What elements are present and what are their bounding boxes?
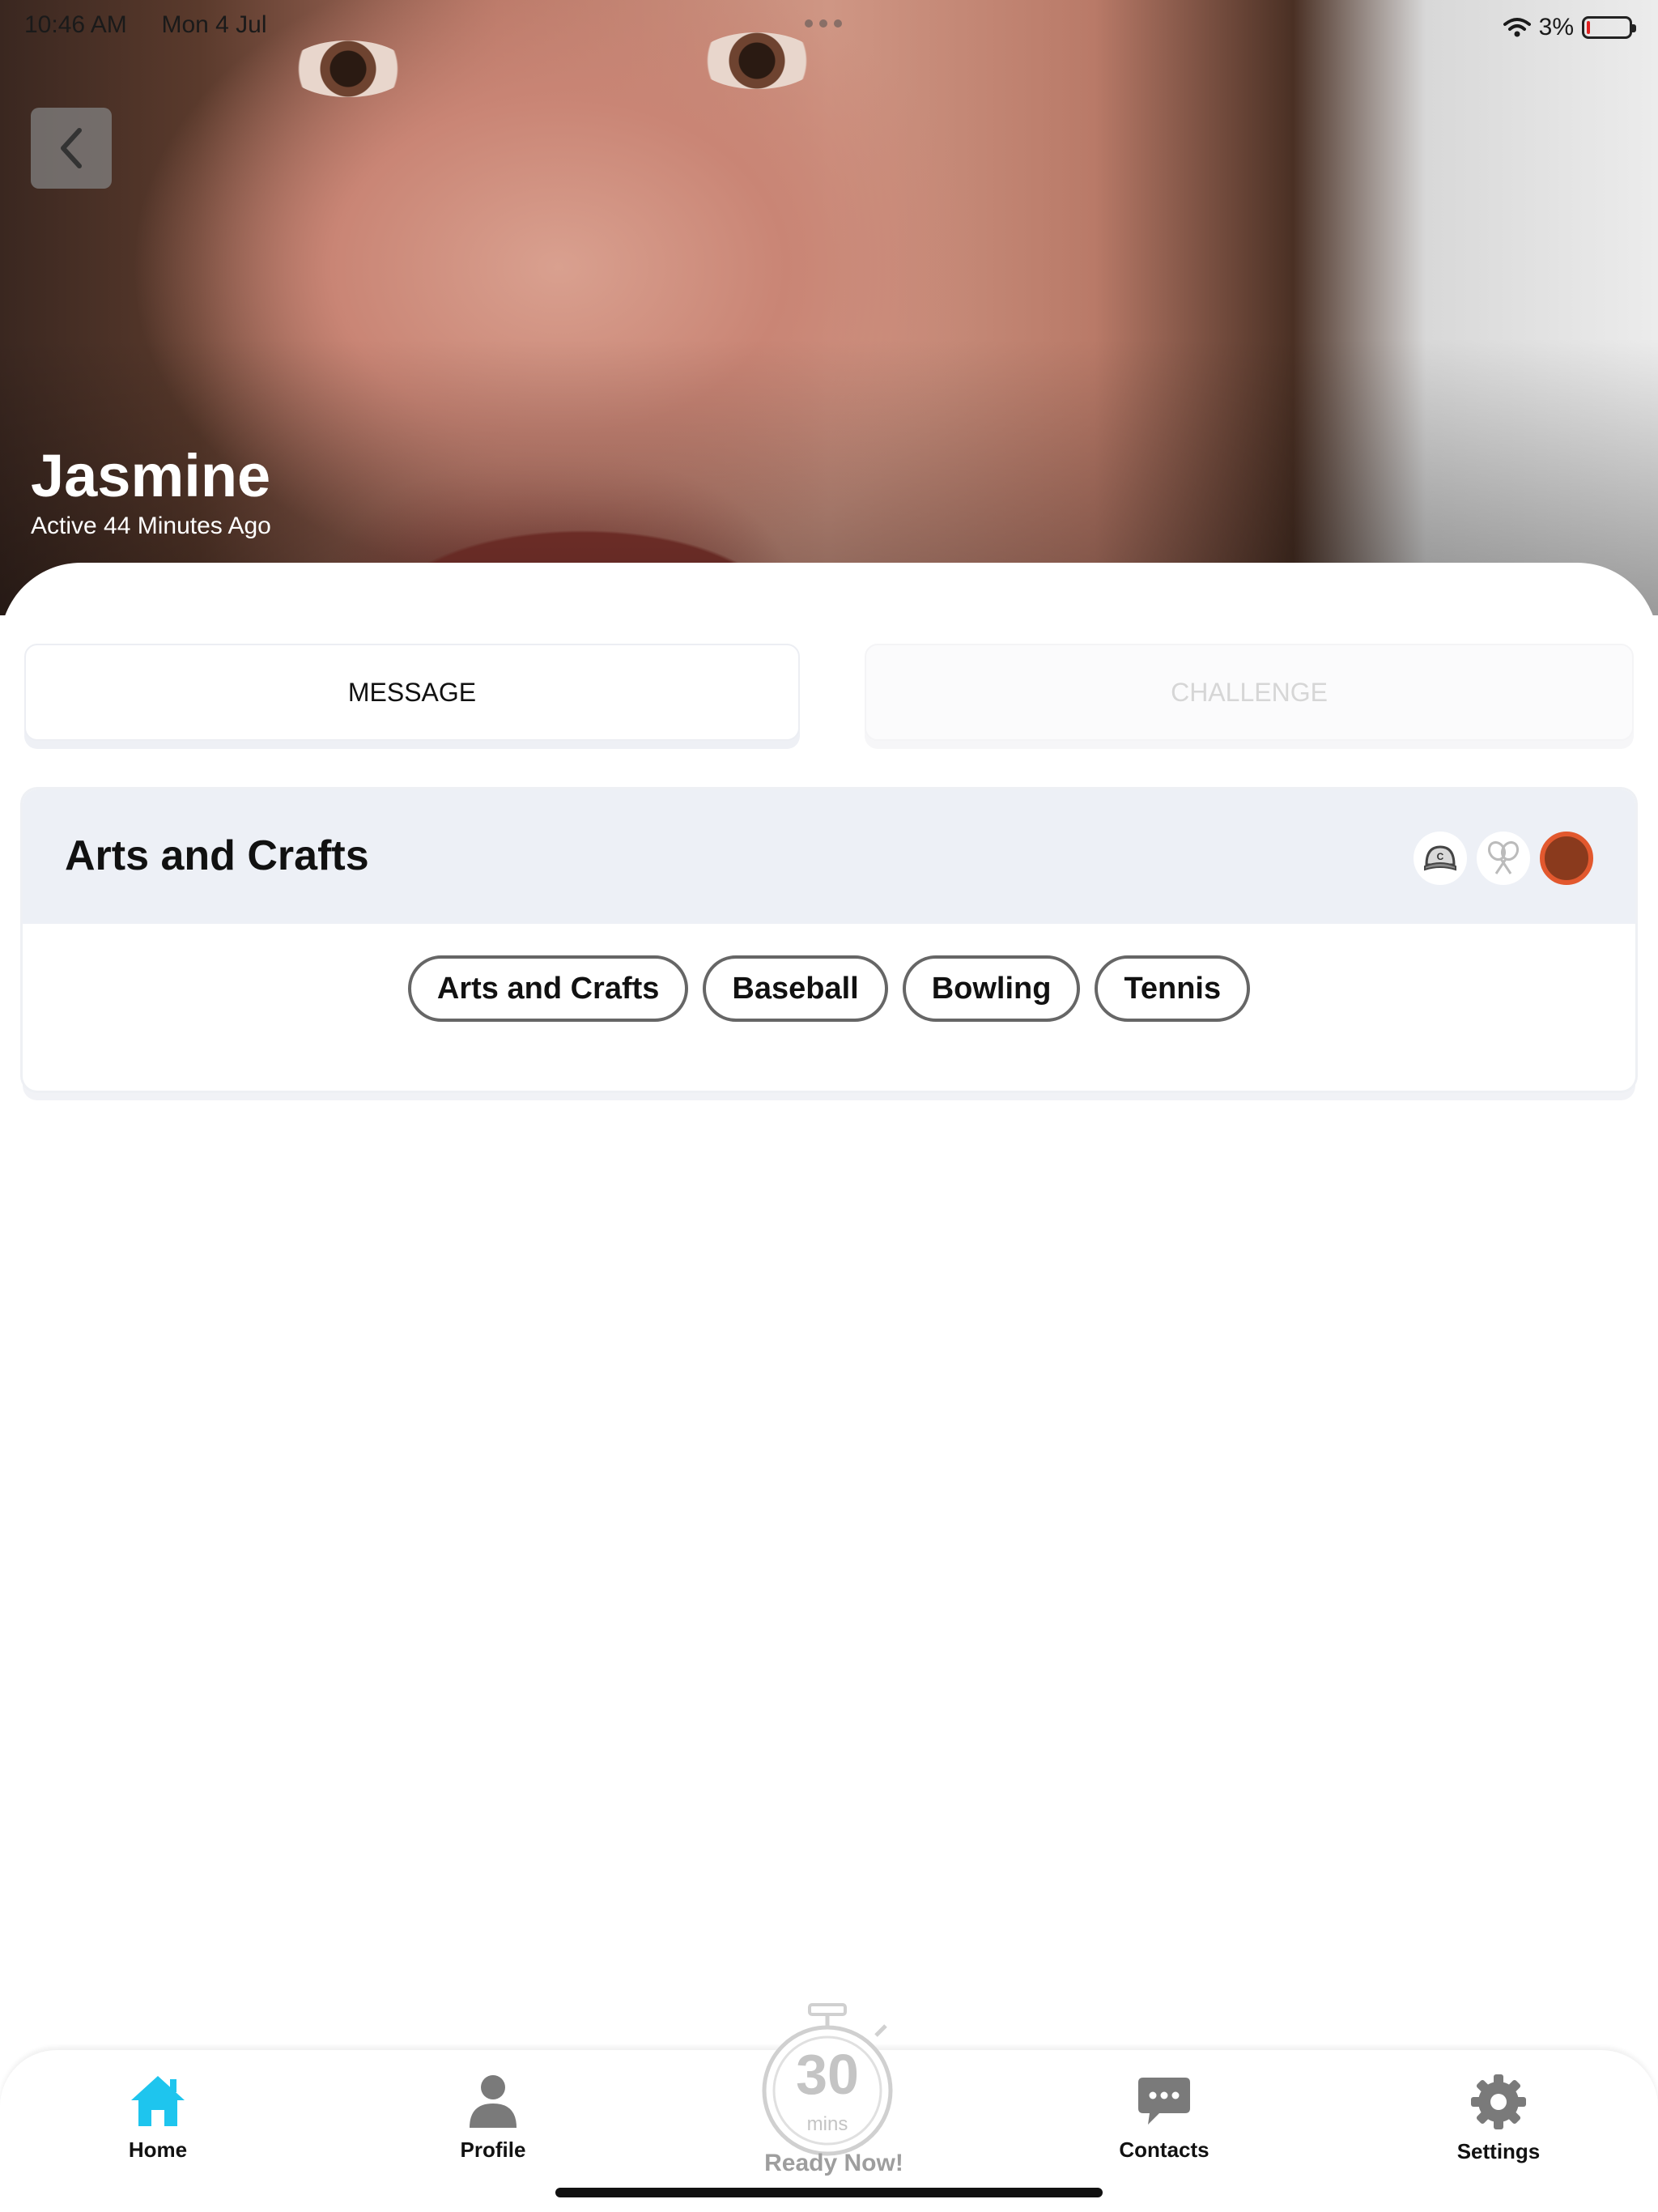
timer-value: 30 [796, 2043, 859, 2106]
tab-profile[interactable]: Profile [412, 2073, 574, 2163]
chat-bubble-icon [1138, 2078, 1190, 2125]
message-button[interactable]: MESSAGE [24, 644, 800, 741]
tab-settings-label: Settings [1456, 2139, 1541, 2163]
tab-home[interactable]: Home [77, 2073, 239, 2163]
interests-card-title: Arts and Crafts [65, 832, 369, 879]
status-date: Mon 4 Jul [161, 11, 267, 38]
orange-dot-icon [1540, 832, 1593, 885]
battery-icon [1582, 16, 1636, 39]
status-time: 10:46 AM [24, 11, 127, 38]
tab-contacts-label: Contacts [1119, 2138, 1209, 2162]
tab-profile-label: Profile [460, 2138, 526, 2162]
back-button[interactable] [31, 108, 112, 189]
chevron-left-icon [61, 128, 82, 168]
tab-settings[interactable]: Settings [1418, 2073, 1579, 2164]
svg-text:C: C [1437, 851, 1444, 862]
last-active-text: Active 44 Minutes Ago [31, 513, 271, 539]
interest-tags: Arts and Crafts Baseball Bowling Tennis [23, 955, 1635, 1022]
interest-tag[interactable]: Baseball [703, 955, 888, 1022]
ready-now-label[interactable]: Ready Now! [712, 2150, 955, 2177]
profile-name: Jasmine [31, 442, 271, 509]
interest-badges: C [1414, 832, 1593, 885]
challenge-button[interactable]: CHALLENGE [865, 644, 1634, 741]
interest-tag[interactable]: Bowling [902, 955, 1081, 1022]
interest-tag[interactable]: Tennis [1095, 955, 1251, 1022]
tennis-icon [1477, 832, 1530, 885]
baseball-cap-icon: C [1414, 832, 1467, 885]
status-bar-time: 10:46 AM Mon 4 Jul [24, 11, 267, 44]
home-icon [131, 2076, 185, 2126]
home-indicator[interactable] [555, 2188, 1103, 2197]
person-icon [470, 2075, 517, 2128]
interests-card-header: Arts and Crafts C [23, 789, 1635, 924]
status-bar-right: 3% [1503, 11, 1636, 44]
multitasking-dots-icon[interactable] [805, 19, 842, 28]
interests-card: Arts and Crafts C Arts and Crafts Baseba… [23, 789, 1635, 1091]
tab-contacts[interactable]: Contacts [1083, 2073, 1245, 2163]
interest-tag[interactable]: Arts and Crafts [407, 955, 689, 1022]
battery-percent: 3% [1538, 14, 1574, 40]
timer-unit: mins [806, 2113, 848, 2135]
tab-home-label: Home [128, 2138, 188, 2162]
gear-icon [1471, 2074, 1526, 2129]
wifi-icon [1503, 18, 1531, 37]
